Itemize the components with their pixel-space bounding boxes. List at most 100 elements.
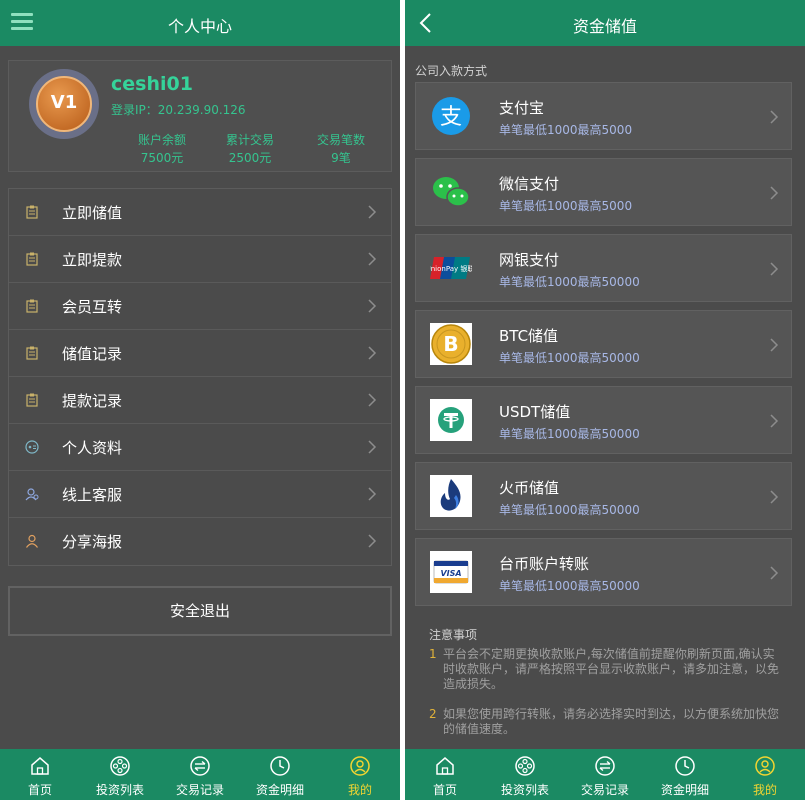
chevron-right-icon — [368, 299, 377, 313]
tab-label: 我的 — [347, 783, 372, 797]
pay-method-limit: 单笔最低1000最高50000 — [499, 503, 640, 517]
customer-service-icon — [25, 488, 39, 501]
document-icon — [26, 205, 38, 219]
tab-investment-list[interactable]: 投资列表 — [485, 749, 565, 800]
tab-transaction-records[interactable]: 交易记录 — [565, 749, 645, 800]
huobi-icon — [430, 475, 472, 517]
chevron-right-icon — [368, 487, 377, 501]
stat-value: 7500元 — [140, 151, 184, 165]
tab-mine[interactable]: 我的 — [320, 749, 400, 800]
logout-button[interactable]: 安全退出 — [8, 586, 392, 636]
note-number: 2 — [429, 707, 437, 721]
tab-fund-details[interactable]: 资金明细 — [240, 749, 320, 800]
stat-label: 交易笔数 — [316, 133, 365, 147]
login-ip: 登录IP：20.239.90.126 — [111, 103, 246, 117]
tab-fund-details[interactable]: 资金明细 — [645, 749, 725, 800]
user-circle-icon — [755, 756, 775, 776]
visa-card-icon: VISA — [430, 551, 472, 593]
menu-item-label: 分享海报 — [62, 533, 123, 551]
section-label: 公司入款方式 — [415, 64, 488, 78]
pay-method-limit: 单笔最低1000最高5000 — [499, 199, 633, 213]
pay-method-name: USDT储值 — [499, 403, 571, 421]
tab-mine[interactable]: 我的 — [725, 749, 805, 800]
pay-method-limit: 单笔最低1000最高5000 — [499, 123, 633, 137]
menu-item-profile[interactable]: 个人资料 — [9, 424, 391, 471]
chevron-right-icon — [368, 440, 377, 454]
chevron-right-icon — [770, 566, 779, 580]
wechat-pay-icon — [433, 177, 470, 207]
pay-method-name: 微信支付 — [499, 175, 560, 193]
pay-method-name: 台币账户转账 — [499, 555, 590, 573]
stat-trade-count: 交易笔数 9笔 — [296, 131, 386, 167]
stat-value: 9笔 — [331, 151, 351, 165]
chevron-right-icon — [770, 110, 779, 124]
menu-item-label: 线上客服 — [62, 486, 123, 504]
username: ceshi01 — [111, 73, 193, 95]
menu-item-member-transfer[interactable]: 会员互转 — [9, 283, 391, 330]
chevron-right-icon — [770, 262, 779, 276]
tab-label: 投资列表 — [500, 783, 549, 797]
menu-item-deposit[interactable]: 立即储值 — [9, 189, 391, 236]
tab-label: 资金明细 — [660, 783, 709, 797]
menu-item-label: 提款记录 — [62, 392, 123, 410]
tab-transaction-records[interactable]: 交易记录 — [160, 749, 240, 800]
deposit-screen: 资金储值 公司入款方式 支 支付宝 单笔最低1000最高5000 微信支付 单笔… — [405, 0, 805, 800]
menu-item-label: 会员互转 — [62, 298, 123, 316]
exchange-icon — [190, 756, 210, 776]
profile-screen: 个人中心 V1 ceshi01 登录IP：20.239.90.126 账户余额 … — [0, 0, 400, 800]
tab-label: 首页 — [27, 783, 52, 797]
menu-item-customer-service[interactable]: 线上客服 — [9, 471, 391, 518]
chevron-right-icon — [368, 346, 377, 360]
tab-bar: 首页 投资列表 交易记录 资金明细 我的 — [405, 749, 805, 800]
profile-icon — [25, 440, 39, 454]
note-number: 1 — [429, 647, 437, 661]
note-text: 如果您使用跨行转账，请务必选择实时到达，以方便系统加快您的储值速度。 — [443, 707, 780, 736]
vip-level: V1 — [50, 92, 78, 113]
chevron-right-icon — [770, 186, 779, 200]
pay-method-usdt[interactable]: USDT储值 单笔最低1000最高50000 — [415, 386, 792, 454]
user-circle-icon — [350, 756, 370, 776]
unionpay-icon: UnionPay 银联 — [430, 257, 472, 279]
vip-badge-avatar: V1 — [29, 69, 99, 139]
menu-item-label: 储值记录 — [62, 345, 123, 363]
pay-method-limit: 单笔最低1000最高50000 — [499, 351, 640, 365]
tab-investment-list[interactable]: 投资列表 — [80, 749, 160, 800]
menu-item-deposit-records[interactable]: 储值记录 — [9, 330, 391, 377]
pay-method-limit: 单笔最低1000最高50000 — [499, 275, 640, 289]
svg-text:B: B — [443, 332, 458, 356]
chevron-right-icon — [368, 393, 377, 407]
chevron-right-icon — [368, 534, 377, 548]
clock-icon — [270, 756, 290, 776]
pay-method-btc[interactable]: B BTC储值 单笔最低1000最高50000 — [415, 310, 792, 378]
film-reel-icon — [110, 756, 130, 776]
menu-item-withdraw[interactable]: 立即提款 — [9, 236, 391, 283]
tab-label: 投资列表 — [95, 783, 144, 797]
notes-title: 注意事项 — [429, 628, 478, 642]
pay-method-wechat[interactable]: 微信支付 单笔最低1000最高5000 — [415, 158, 792, 226]
chevron-right-icon — [770, 490, 779, 504]
exchange-icon — [595, 756, 615, 776]
menu-item-withdraw-records[interactable]: 提款记录 — [9, 377, 391, 424]
document-icon — [26, 252, 38, 266]
svg-text:支: 支 — [440, 105, 462, 130]
tab-home[interactable]: 首页 — [405, 749, 485, 800]
pay-method-unionpay[interactable]: UnionPay 银联 网银支付 单笔最低1000最高50000 — [415, 234, 792, 302]
pay-method-twd-transfer[interactable]: VISA 台币账户转账 单笔最低1000最高50000 — [415, 538, 792, 606]
pay-method-huobi[interactable]: 火币储值 单笔最低1000最高50000 — [415, 462, 792, 530]
tab-label: 首页 — [432, 783, 457, 797]
pay-method-name: BTC储值 — [499, 327, 559, 345]
person-icon — [26, 534, 38, 548]
chevron-right-icon — [770, 338, 779, 352]
tether-icon — [430, 399, 472, 441]
pay-method-alipay[interactable]: 支 支付宝 单笔最低1000最高5000 — [415, 82, 792, 150]
tab-home[interactable]: 首页 — [0, 749, 80, 800]
tab-label: 资金明细 — [255, 783, 304, 797]
document-icon — [26, 393, 38, 407]
profile-header: 个人中心 — [0, 0, 400, 46]
menu-item-label: 立即储值 — [62, 204, 123, 222]
menu-item-share-poster[interactable]: 分享海报 — [9, 518, 391, 565]
stat-label: 账户余额 — [137, 133, 186, 147]
svg-text:UnionPay 银联: UnionPay 银联 — [430, 264, 472, 273]
home-icon — [436, 757, 454, 775]
deposit-header: 资金储值 — [405, 0, 805, 46]
